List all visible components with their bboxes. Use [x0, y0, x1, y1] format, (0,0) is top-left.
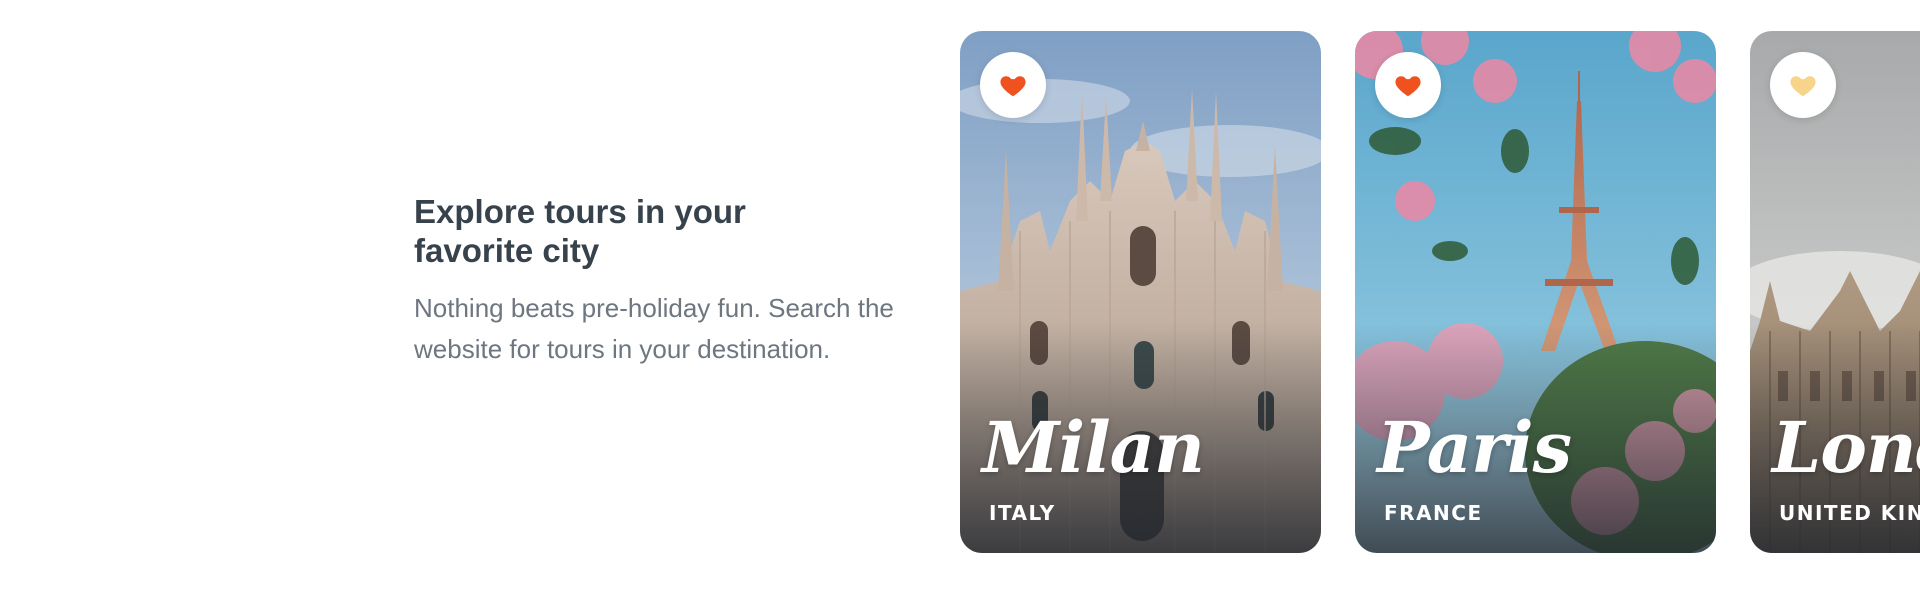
card-country-name: FRANCE	[1384, 501, 1483, 525]
card-country-name: ITALY	[989, 501, 1056, 525]
intro-block: Explore tours in your favorite city Noth…	[414, 192, 914, 370]
heart-icon	[1000, 76, 1026, 97]
heart-icon	[1395, 76, 1421, 97]
city-card-milan[interactable]: Milan ITALY	[960, 31, 1321, 553]
favorite-button[interactable]	[1770, 52, 1836, 118]
city-card-london[interactable]: London UNITED KINGDOM	[1750, 31, 1920, 553]
favorite-button[interactable]	[980, 52, 1046, 118]
card-city-name: Paris	[1377, 406, 1572, 489]
favorite-button[interactable]	[1375, 52, 1441, 118]
section-description: Nothing beats pre-holiday fun. Search th…	[414, 293, 894, 364]
tours-section: Explore tours in your favorite city Noth…	[0, 0, 1920, 595]
card-country-name: UNITED KINGDOM	[1779, 501, 1920, 525]
card-city-name: Milan	[982, 406, 1205, 489]
section-title: Explore tours in your favorite city	[414, 193, 746, 269]
card-city-name: London	[1772, 406, 1920, 489]
heart-icon	[1790, 76, 1816, 97]
city-card-paris[interactable]: Paris FRANCE	[1355, 31, 1716, 553]
